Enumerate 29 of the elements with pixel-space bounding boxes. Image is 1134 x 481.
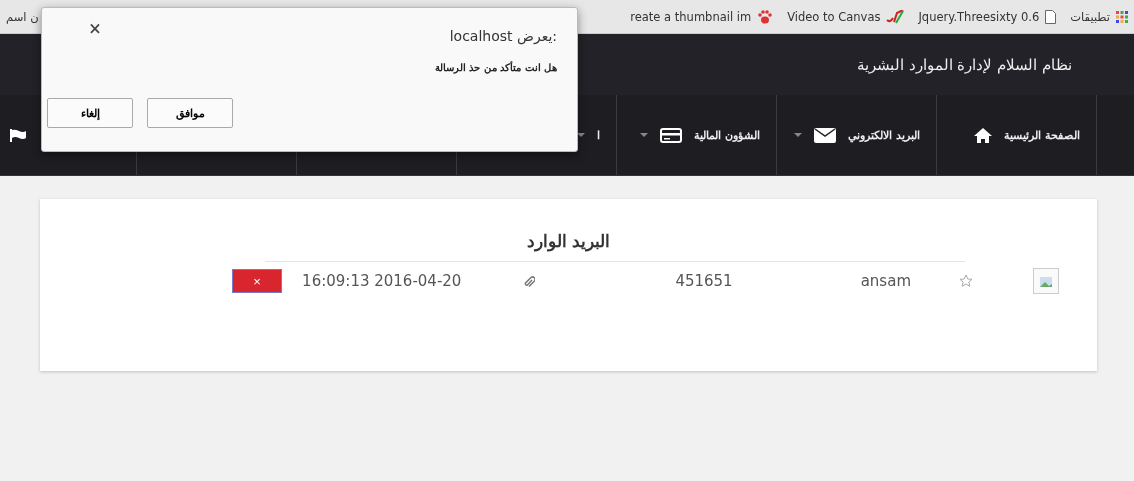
apps-icon[interactable] [1116, 10, 1128, 23]
bookmark-link[interactable]: تطبيقات [1070, 9, 1128, 24]
star-icon[interactable] [959, 274, 973, 288]
dialog-button[interactable]: إلغاء [47, 98, 133, 128]
paw-icon[interactable] [757, 8, 774, 25]
nav-item[interactable]: البريد الالكتروني [776, 95, 936, 175]
delete-button[interactable]: × [232, 269, 283, 293]
close-button[interactable]: × [52, 13, 138, 43]
checkmark-logo-icon[interactable] [886, 9, 905, 24]
inbox-title: البريد الوارد [525, 230, 612, 251]
sender-name: ansam [860, 272, 911, 290]
app-title: نظام السلام لإدارة الموارد البشرية [856, 55, 1072, 74]
message-date: 16:09:13 2016-04-20 [302, 272, 462, 290]
dialog-button[interactable]: موافق [147, 98, 233, 128]
dialog-message: هل انت متأكد من حذ الرسالة [434, 62, 557, 73]
nav-item[interactable]: الشؤون المالية [616, 95, 776, 175]
envelope-icon [814, 127, 837, 143]
credit-card-icon [660, 127, 683, 143]
dialog-title: :يعرض localhost [449, 28, 557, 44]
page-icon[interactable] [1045, 9, 1057, 24]
bookmark-link[interactable]: Video to Canvas [787, 9, 905, 24]
nav-item[interactable]: الصفحة الرئيسية [936, 95, 1096, 175]
bookmark-link[interactable]: reate a thumbnail im [630, 8, 774, 25]
bookmark-link[interactable]: ن اسم [6, 9, 39, 24]
home-icon [974, 127, 993, 143]
broken-image-icon [1033, 268, 1059, 294]
bookmark-link[interactable]: Jquery.Threesixty 0.6 [918, 9, 1057, 24]
message-number: 451651 [675, 272, 733, 290]
flag-icon [10, 128, 26, 142]
